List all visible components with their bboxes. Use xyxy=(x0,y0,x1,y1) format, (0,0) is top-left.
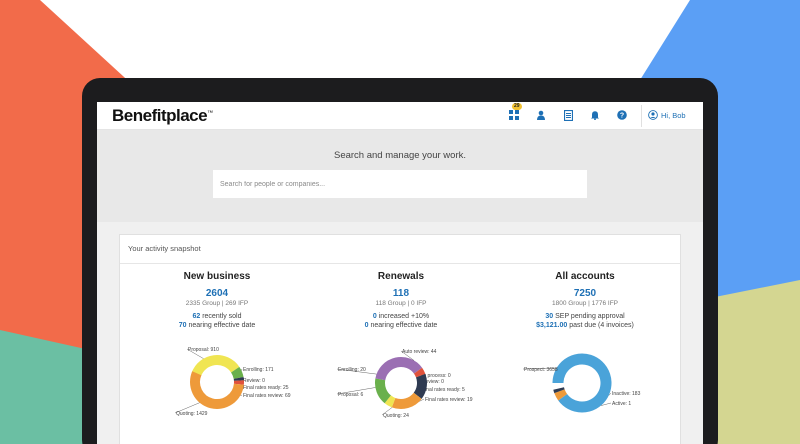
new-business-breakdown: 2335 Group | 269 IFP xyxy=(185,300,249,307)
donut-label: Inactive: 183 xyxy=(612,391,641,397)
donut-segment[interactable] xyxy=(190,371,244,409)
new-business-title: New business xyxy=(183,271,251,282)
donut-label: Final rates ready: 5 xyxy=(422,387,465,393)
donut-segment[interactable] xyxy=(375,357,423,381)
main-content: Your activity snapshot New business 2604… xyxy=(97,222,703,444)
activity-snapshot-card: Your activity snapshot New business 2604… xyxy=(119,234,681,444)
donut-label: Enrolling: 171 xyxy=(243,367,274,373)
donut-label: Enrolling: 20 xyxy=(338,367,366,373)
donut-label: Final rates review: 69 xyxy=(243,393,291,399)
new-business-line-2: 70 nearing effective date xyxy=(178,322,256,329)
search-input[interactable] xyxy=(213,170,587,198)
all-accounts-line-2: $3,121.00 past due (4 invoices) xyxy=(536,322,634,329)
new-business-donut[interactable]: Proposal: 910Enrolling: 171Review: 0Fina… xyxy=(124,345,310,425)
donut-label: Active: 1 xyxy=(612,401,631,407)
renewals-donut[interactable]: Auto review: 44In process: 0Review: 0Fin… xyxy=(308,345,494,425)
all-accounts-breakdown: 1800 Group | 1776 IFP xyxy=(551,300,618,307)
person-icon[interactable] xyxy=(534,108,548,122)
svg-text:?: ? xyxy=(620,113,624,120)
donut-segment[interactable] xyxy=(552,353,612,413)
user-avatar-icon xyxy=(648,110,658,120)
search-hero: Search and manage your work. xyxy=(97,130,703,222)
donut-label: Proposal: 910 xyxy=(188,347,219,353)
hero-title: Search and manage your work. xyxy=(333,150,467,161)
donut-label: Review: 0 xyxy=(243,378,265,384)
grid-icon[interactable]: 29 xyxy=(507,103,522,122)
all-accounts-title: All accounts xyxy=(555,271,615,282)
renewals-line-1: 0 increased +10% xyxy=(372,313,430,320)
donut-segment[interactable] xyxy=(191,355,240,377)
header-divider xyxy=(641,105,642,127)
renewals-line-2: 0 nearing effective date xyxy=(364,322,438,329)
laptop-frame: Benefitplace™ 29 ? Hi, Bob Search and ma… xyxy=(82,78,718,444)
donut-label: Proposal: 6 xyxy=(338,392,364,398)
all-accounts-donut[interactable]: Prospect: 3658 Inactive: 183 Active: 1 xyxy=(492,345,678,425)
new-business-column[interactable]: New business 2604 2335 Group | 269 IFP 6… xyxy=(124,271,310,329)
snapshot-title: Your activity snapshot xyxy=(128,244,201,253)
snapshot-divider xyxy=(120,263,680,264)
new-business-line-1: 62 recently sold xyxy=(192,313,242,320)
donut-label: Prospect: 3658 xyxy=(524,367,558,373)
donut-label: Final rates review: 19 xyxy=(425,397,473,403)
app-logo[interactable]: Benefitplace™ xyxy=(112,106,213,126)
top-bar: Benefitplace™ 29 ? Hi, Bob xyxy=(97,102,703,130)
donut-segment[interactable] xyxy=(375,378,392,404)
header-icons: 29 ? xyxy=(507,103,642,122)
donut-segment[interactable] xyxy=(553,387,565,394)
donut-segment[interactable] xyxy=(413,367,426,378)
donut-label: Quoting: 1429 xyxy=(176,411,208,417)
donut-segment[interactable] xyxy=(554,389,568,401)
donut-leader-line xyxy=(241,368,243,371)
user-greeting: Hi, Bob xyxy=(661,110,686,120)
document-icon[interactable] xyxy=(561,108,575,122)
bell-icon[interactable] xyxy=(588,108,602,122)
donut-label: Auto review: 44 xyxy=(402,349,437,355)
all-accounts-line-1: 30 SEP pending approval xyxy=(545,313,625,320)
app-screen: Benefitplace™ 29 ? Hi, Bob Search and ma… xyxy=(97,102,703,444)
renewals-column[interactable]: Renewals 118 118 Group | 0 IFP 0 increas… xyxy=(308,271,494,329)
donut-segment[interactable] xyxy=(391,392,422,409)
all-accounts-column[interactable]: All accounts 7250 1800 Group | 1776 IFP … xyxy=(492,271,678,329)
all-accounts-count[interactable]: 7250 xyxy=(492,288,678,299)
notification-badge: 29 xyxy=(512,103,522,110)
renewals-breakdown: 118 Group | 0 IFP xyxy=(375,300,427,307)
donut-segment[interactable] xyxy=(384,395,396,408)
donut-segment[interactable] xyxy=(413,373,427,399)
help-icon[interactable]: ? xyxy=(615,108,629,122)
new-business-count[interactable]: 2604 xyxy=(124,288,310,299)
donut-label: Quoting: 24 xyxy=(383,413,409,419)
donut-segment[interactable] xyxy=(230,366,244,380)
renewals-count[interactable]: 118 xyxy=(308,288,494,299)
donut-label: Final rates ready: 25 xyxy=(243,385,289,391)
renewals-title: Renewals xyxy=(377,271,425,282)
user-menu[interactable]: Hi, Bob xyxy=(648,110,686,120)
